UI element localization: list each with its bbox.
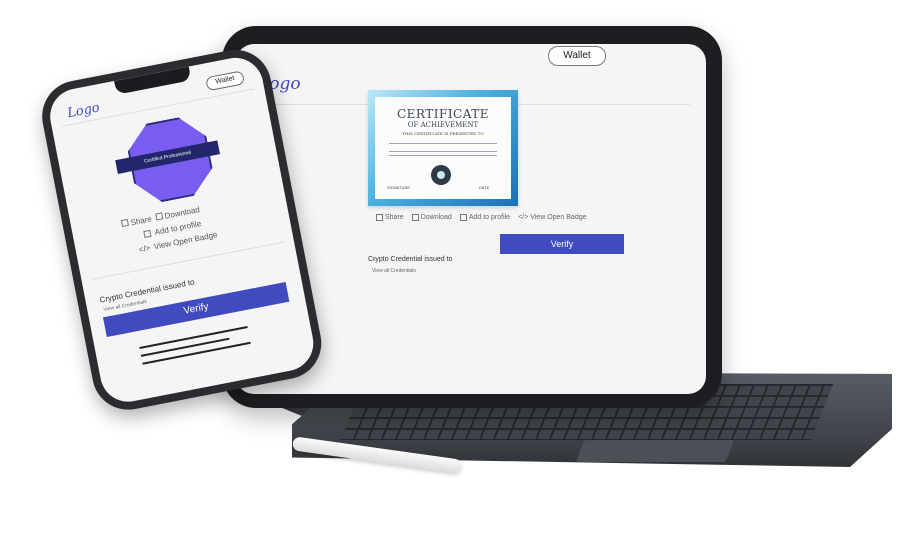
tablet-action-row: Share Download Add to profile </> View Op… bbox=[376, 214, 596, 221]
phone-section-divider bbox=[91, 241, 285, 280]
tablet-share-link[interactable]: Share bbox=[376, 214, 404, 221]
phone-issued-to-text: Crypto Credential issued to bbox=[98, 277, 196, 305]
certificate-title: CERTIFICATE bbox=[396, 107, 490, 121]
certificate-name-line bbox=[389, 143, 497, 144]
tablet-wallet-button[interactable]: Wallet bbox=[548, 46, 606, 66]
certificate-image: CERTIFICATE OF ACHIEVEMENT THIS CERTIFIC… bbox=[368, 90, 518, 206]
certificate-signature-label: SIGNATURE bbox=[387, 185, 411, 190]
tablet-view-open-badge-link[interactable]: </> View Open Badge bbox=[518, 214, 586, 221]
certificate-subtitle: OF ACHIEVEMENT bbox=[407, 121, 479, 129]
tablet-download-link[interactable]: Download bbox=[411, 214, 452, 221]
tablet-view-all-link[interactable]: View all Credentials bbox=[372, 268, 416, 274]
phone-notch bbox=[114, 66, 192, 95]
certificate-paper: CERTIFICATE OF ACHIEVEMENT THIS CERTIFIC… bbox=[375, 97, 511, 199]
tablet-add-to-profile-link[interactable]: Add to profile bbox=[459, 214, 510, 221]
tablet-issued-to-text: Crypto Credential issued to bbox=[368, 256, 453, 263]
tablet-verify-button[interactable]: Verify bbox=[500, 234, 624, 254]
certificate-date-label: DATE bbox=[479, 185, 490, 190]
certificate-presented-text: THIS CERTIFICATE IS PRESENTED TO bbox=[402, 131, 484, 136]
share-icon bbox=[376, 214, 383, 221]
download-icon bbox=[154, 212, 163, 221]
profile-icon bbox=[143, 229, 152, 239]
profile-icon bbox=[459, 214, 467, 221]
phone-share-link[interactable]: Share bbox=[120, 214, 153, 229]
share-icon bbox=[120, 218, 129, 228]
eye-icon: </> bbox=[518, 214, 529, 221]
eye-icon: </> bbox=[137, 243, 151, 255]
download-icon bbox=[411, 214, 419, 221]
certificate-text-line bbox=[389, 155, 497, 156]
trackpad bbox=[575, 440, 735, 462]
certificate-text-line bbox=[389, 151, 497, 152]
certificate-seal-icon bbox=[431, 165, 451, 185]
phone-wallet-button[interactable]: Wallet bbox=[205, 70, 246, 92]
seal-center bbox=[437, 171, 445, 179]
